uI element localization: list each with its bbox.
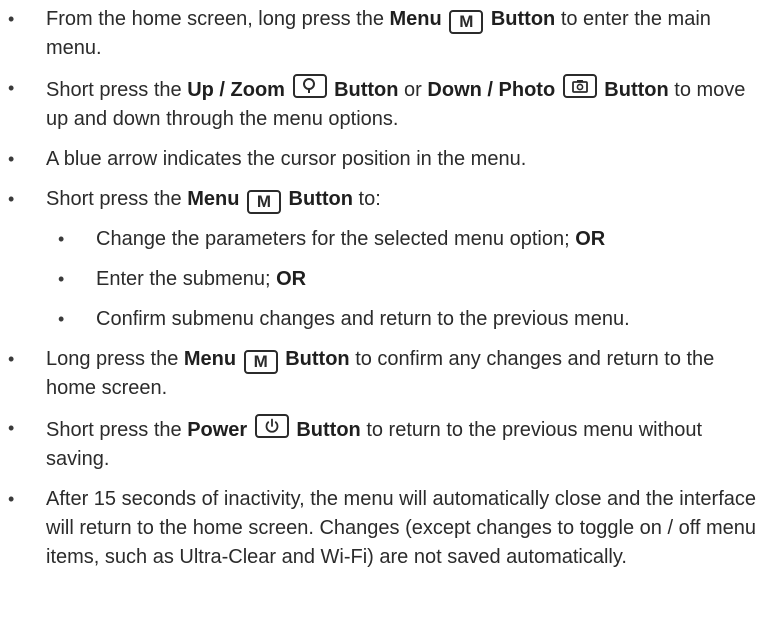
bullet: • — [8, 418, 15, 438]
zoom-button-icon — [292, 74, 327, 98]
button-label: Button — [285, 348, 350, 370]
list-item: • Short press the Power Button to return… — [0, 414, 765, 474]
bullet: • — [8, 78, 15, 98]
bullet: • — [58, 309, 65, 329]
item-text: Short press the — [46, 79, 188, 101]
button-label: Button — [604, 79, 669, 101]
photo-button-icon — [562, 74, 597, 98]
item-text: or — [398, 79, 428, 101]
bullet: • — [58, 269, 65, 289]
item-text: Long press the — [46, 348, 184, 370]
or-label: OR — [575, 228, 606, 250]
item-text: Confirm submenu changes and return to th… — [96, 308, 630, 330]
magnifier-icon — [302, 78, 315, 93]
menu-button-icon: M — [449, 10, 484, 34]
up-zoom-label: Up / Zoom — [187, 79, 285, 101]
sub-list-item: • Change the parameters for the selected… — [0, 225, 759, 254]
down-photo-label: Down / Photo — [427, 79, 556, 101]
bullet: • — [8, 189, 15, 209]
item-text: Short press the — [46, 188, 188, 210]
list-item: • A blue arrow indicates the cursor posi… — [0, 145, 765, 174]
sub-list-item: • Enter the submenu; OR — [0, 265, 759, 294]
list-item: • After 15 seconds of inactivity, the me… — [0, 485, 765, 572]
item-text: From the home screen, long press the — [46, 8, 390, 30]
instructions-document: • From the home screen, long press the M… — [0, 5, 765, 632]
menu-label: Menu — [183, 348, 237, 370]
menu-label: Menu — [187, 188, 240, 210]
power-label: Power — [187, 419, 248, 441]
item-text: Enter the submenu; — [96, 268, 277, 290]
item-text: Short press the — [46, 419, 188, 441]
instruction-list: • From the home screen, long press the M… — [0, 5, 765, 572]
menu-button-icon: M — [246, 190, 281, 214]
button-label: Button — [490, 8, 556, 30]
list-item: • Short press the Menu M Button to: • Ch… — [0, 185, 765, 334]
or-label: OR — [276, 268, 307, 290]
button-label: Button — [334, 79, 399, 101]
bullet: • — [8, 489, 15, 509]
sub-list-item: • Confirm submenu changes and return to … — [0, 305, 759, 334]
camera-icon — [571, 80, 588, 93]
menu-label: Menu — [389, 8, 442, 30]
power-button-icon — [254, 414, 289, 438]
item-text: After 15 seconds of inactivity, the menu… — [46, 488, 757, 568]
menu-button-icon: M — [243, 350, 278, 374]
bullet: • — [8, 149, 15, 169]
bullet: • — [58, 229, 65, 249]
list-item: • From the home screen, long press the M… — [0, 5, 765, 63]
power-icon — [265, 418, 279, 433]
list-item: • Short press the Up / Zoom Button or Do… — [0, 74, 765, 134]
button-label: Button — [288, 188, 353, 210]
item-text: Change the parameters for the selected m… — [96, 228, 576, 250]
list-item: • Long press the Menu M Button to confir… — [0, 345, 765, 403]
bullet: • — [8, 349, 15, 369]
sub-list: • Change the parameters for the selected… — [0, 225, 759, 334]
button-label: Button — [296, 419, 361, 441]
bullet: • — [8, 9, 15, 29]
item-text: A blue arrow indicates the cursor positi… — [46, 148, 527, 170]
item-text: to: — [352, 188, 381, 210]
